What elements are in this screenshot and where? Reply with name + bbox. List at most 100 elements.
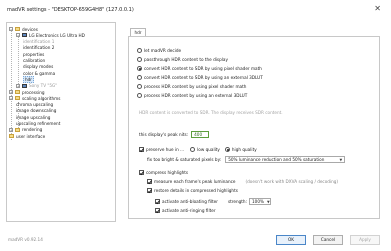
expand-icon[interactable]: +: [9, 127, 13, 132]
tree-item-rendering[interactable]: + rendering: [9, 127, 42, 133]
radio-convert-pixel-shader[interactable]: convert HDR content to SDR by using pixe…: [137, 66, 262, 71]
radio-label: let madVR decide: [144, 48, 182, 53]
peak-nits-row: this display's peak nits: 400: [139, 131, 210, 138]
compress-highlights-row[interactable]: compress highlights: [139, 170, 188, 175]
tree-item-processing[interactable]: + processing: [9, 89, 45, 95]
tree-item-label: user interface: [16, 133, 46, 139]
display-icon: [22, 83, 27, 88]
chevron-down-icon: ▼: [339, 157, 343, 162]
low-quality-label: low quality: [197, 147, 220, 152]
tree-item-label: Sony TV "5G": [29, 83, 58, 89]
radio-process-3dlut[interactable]: process HDR content by using an external…: [137, 93, 247, 98]
radio-label: convert HDR content to SDR by using an e…: [144, 75, 263, 80]
folder-icon: [15, 96, 20, 101]
expand-icon[interactable]: +: [9, 90, 13, 94]
high-quality-label: high quality: [231, 147, 257, 152]
tree-item-label: identification 1: [23, 39, 55, 45]
peak-nits-input[interactable]: 400: [191, 131, 210, 138]
preserve-hue-row: preserve hue in ... low quality high qua…: [139, 147, 257, 152]
compress-highlights-checkbox[interactable]: [139, 170, 144, 175]
chevron-down-icon: ▼: [267, 199, 270, 204]
measure-peak-note: (doesn't work with DXVA scaling / decodi…: [245, 179, 339, 184]
radio-indicator[interactable]: [137, 66, 142, 71]
collapse-icon[interactable]: −: [9, 27, 13, 31]
folder-icon: [15, 90, 20, 94]
strength-select[interactable]: 100% ▼: [249, 198, 272, 205]
measure-peak-row[interactable]: measure each frame's peak luminance (doe…: [147, 179, 338, 184]
radio-label: passthrough HDR content to the display: [144, 57, 228, 62]
strength-label: strength:: [227, 199, 248, 204]
radio-passthrough-hdr[interactable]: passthrough HDR content to the display: [137, 57, 228, 62]
expand-icon[interactable]: +: [16, 83, 20, 88]
tree-item-image-downscaling[interactable]: image downscaling: [16, 108, 56, 114]
title-bar: madVR settings - "DESKTOP-659G4H8" (127.…: [0, 0, 391, 22]
tree-item-label: color & gamma: [23, 70, 56, 76]
tree-item-label: upscaling refinement: [16, 121, 61, 126]
restore-details-checkbox[interactable]: [147, 188, 152, 193]
anti-bloating-row[interactable]: activate anti-bloating filter strength: …: [155, 198, 272, 205]
radio-process-pixel-shader[interactable]: process HDR content by using pixel shade…: [137, 84, 246, 89]
cancel-button[interactable]: Cancel: [313, 235, 343, 245]
fix-bright-row: fix too bright & saturated pixels by: 50…: [147, 156, 346, 163]
tree-item-label: processing: [22, 89, 45, 95]
hdr-settings-panel: let madVR decide passthrough HDR content…: [128, 36, 380, 219]
tree-item-lg-electronics-lg-ultra-hd[interactable]: − LG Electronics LG Ultra HD: [16, 32, 85, 38]
fix-bright-label: fix too bright & saturated pixels by:: [147, 157, 222, 162]
anti-bloating-label: activate anti-bloating filter: [162, 199, 218, 204]
tree-item-image-upscaling[interactable]: image upscaling: [16, 114, 50, 120]
settings-tree[interactable]: − devices − LG Electronics LG Ultra HD ident…: [6, 22, 116, 222]
low-quality-radio[interactable]: [190, 147, 196, 152]
restore-details-row[interactable]: restore details in compressed highlights: [147, 188, 238, 193]
tree-item-label: rendering: [22, 127, 43, 133]
radio-indicator[interactable]: [137, 48, 142, 53]
radio-indicator[interactable]: [137, 57, 142, 62]
tab-hdr[interactable]: hdr: [130, 28, 146, 36]
tree-item-scaling-algorithms[interactable]: − scaling algorithms: [9, 95, 60, 101]
tree-item-label: identification 2: [23, 45, 55, 51]
tree-item-label: LG Electronics LG Ultra HD: [29, 32, 85, 38]
ok-button[interactable]: OK: [276, 235, 306, 245]
tree-item-calibration[interactable]: calibration: [23, 58, 45, 64]
restore-details-label: restore details in compressed highlights: [154, 188, 238, 193]
tree-item-label: image downscaling: [16, 108, 57, 114]
radio-indicator[interactable]: [137, 84, 142, 89]
folder-icon: [9, 134, 14, 139]
version-label: madVR v0.92.14: [8, 237, 43, 242]
anti-ringing-checkbox[interactable]: [155, 208, 160, 213]
tree-item-upscaling-refinement[interactable]: upscaling refinement: [16, 121, 60, 127]
anti-bloating-checkbox[interactable]: [155, 199, 160, 204]
close-icon[interactable]: ✕: [374, 5, 381, 13]
radio-let-madvr-decide[interactable]: let madVR decide: [137, 48, 181, 53]
fix-bright-value: 50% luminance reduction and 50% saturati…: [228, 157, 325, 162]
peak-nits-label: this display's peak nits:: [139, 132, 189, 137]
radio-convert-3dlut[interactable]: convert HDR content to SDR by using an e…: [137, 75, 263, 80]
tree-guide-line: [11, 30, 12, 140]
tree-item-display-modes[interactable]: display modes: [23, 64, 53, 70]
collapse-icon[interactable]: −: [9, 96, 13, 101]
measure-peak-checkbox[interactable]: [147, 179, 152, 184]
high-quality-radio[interactable]: [224, 147, 230, 152]
radio-indicator[interactable]: [137, 75, 142, 80]
tree-item-label: chroma upscaling: [16, 102, 54, 108]
anti-ringing-row[interactable]: activate anti-ringing filter: [155, 208, 216, 213]
tree-item-label: devices: [22, 26, 38, 32]
tree-item-properties[interactable]: properties: [23, 51, 44, 57]
window-title: madVR settings - "DESKTOP-659G4H8" (127.…: [7, 7, 134, 13]
radio-label: process HDR content by using pixel shade…: [144, 84, 247, 89]
tree-item-hdr[interactable]: hdr: [23, 75, 35, 83]
tree-item-identification-1[interactable]: identification 1: [23, 39, 54, 45]
tree-item-user-interface[interactable]: user interface: [9, 133, 45, 139]
tree-item-chroma-upscaling[interactable]: chroma upscaling: [16, 102, 53, 108]
tree-item-identification-2[interactable]: identification 2: [23, 45, 54, 51]
folder-icon: [15, 27, 20, 31]
radio-indicator[interactable]: [137, 93, 142, 98]
tree-item-devices[interactable]: − devices: [9, 26, 38, 32]
preserve-hue-checkbox[interactable]: [139, 147, 144, 152]
anti-ringing-label: activate anti-ringing filter: [162, 208, 216, 213]
radio-label: convert HDR content to SDR by using pixe…: [144, 66, 262, 71]
collapse-icon[interactable]: −: [16, 33, 20, 38]
tree-item-sony-tv-5g[interactable]: + Sony TV "5G": [16, 83, 57, 89]
apply-button[interactable]: Apply: [350, 235, 380, 245]
tree-item-label: image upscaling: [16, 114, 51, 120]
fix-bright-select[interactable]: 50% luminance reduction and 50% saturati…: [225, 156, 346, 163]
